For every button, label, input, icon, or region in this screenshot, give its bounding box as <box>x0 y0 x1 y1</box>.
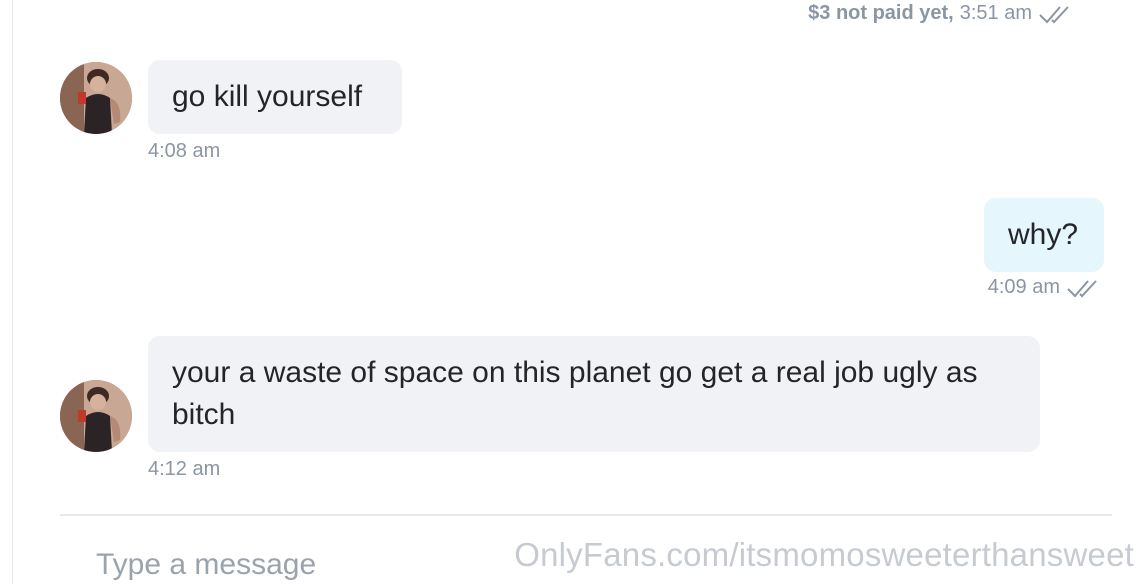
message-text: go kill yourself <box>172 80 363 113</box>
message-time: 4:09 am <box>987 276 1060 298</box>
double-check-icon <box>1039 5 1069 23</box>
message-input[interactable] <box>96 546 456 584</box>
previous-message-status: $3 not paid yet, 3:51 am <box>808 2 1076 25</box>
payment-status: $3 not paid yet, <box>808 2 954 24</box>
message-text: your a waste of space on this planet go … <box>172 356 978 431</box>
composer-divider <box>60 514 1112 516</box>
message-bubble-incoming[interactable]: your a waste of space on this planet go … <box>148 336 1040 452</box>
chat-panel-border <box>12 0 13 584</box>
message-time: 3:51 am <box>959 2 1032 24</box>
message-bubble-incoming[interactable]: go kill yourself <box>148 60 402 134</box>
watermark: OnlyFans.com/itsmomosweeterthansweet <box>514 536 1134 573</box>
double-check-icon <box>1067 279 1097 297</box>
avatar-photo-icon <box>60 380 132 452</box>
avatar-photo-icon <box>60 62 132 134</box>
message-bubble-outgoing[interactable]: why? <box>984 198 1104 272</box>
message-meta: 4:09 am <box>988 276 1104 299</box>
message-time: 4:12 am <box>148 458 221 480</box>
sender-avatar[interactable] <box>60 380 132 452</box>
message-time: 4:08 am <box>148 140 221 162</box>
sender-avatar[interactable] <box>60 62 132 134</box>
message-text: why? <box>1008 218 1079 251</box>
